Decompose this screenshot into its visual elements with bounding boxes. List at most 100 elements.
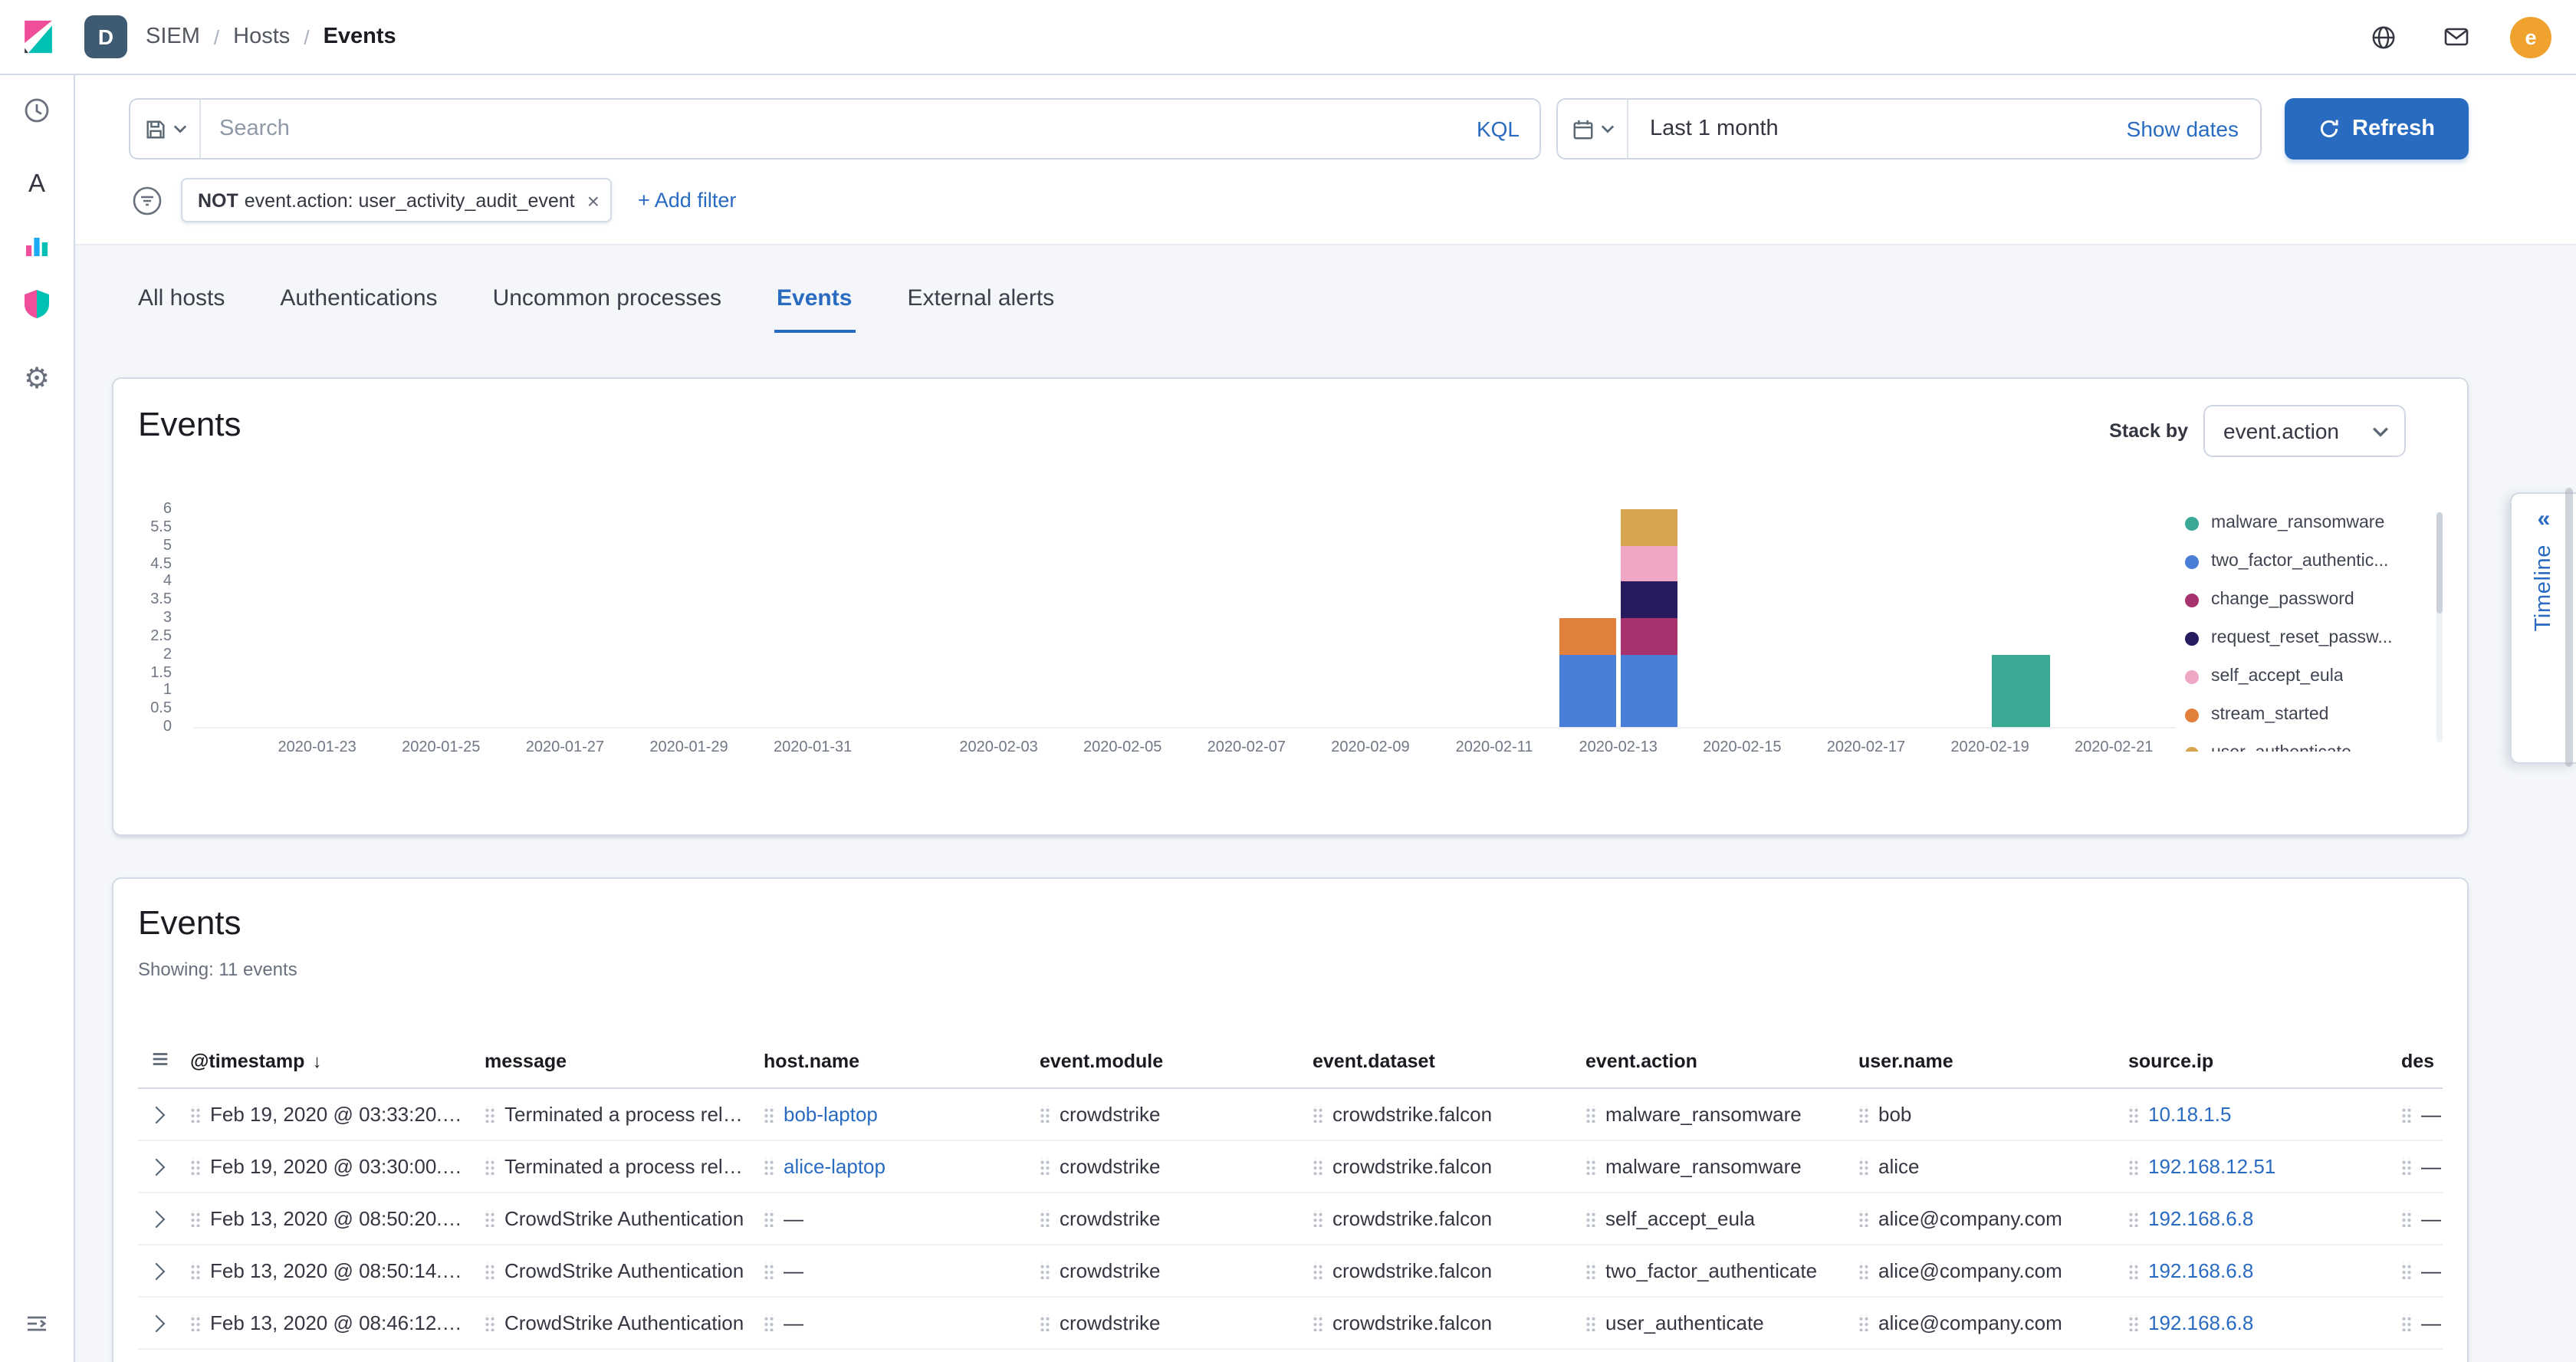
show-dates-button[interactable]: Show dates (2127, 117, 2260, 141)
drag-handle-icon[interactable] (1858, 1314, 1869, 1331)
drag-handle-icon[interactable] (1585, 1210, 1596, 1227)
drag-handle-icon[interactable] (1040, 1262, 1050, 1279)
row-expand-button[interactable] (150, 1207, 163, 1230)
drag-handle-icon[interactable] (2401, 1106, 2412, 1123)
drag-handle-icon[interactable] (485, 1158, 495, 1175)
drag-handle-icon[interactable] (485, 1106, 495, 1123)
cell-value[interactable]: 10.18.1.5 (2148, 1103, 2231, 1126)
column-header-timestamp[interactable]: @timestamp↓ (190, 1051, 485, 1072)
drag-handle-icon[interactable] (1858, 1262, 1869, 1279)
drag-handle-icon[interactable] (1040, 1210, 1050, 1227)
drag-handle-icon[interactable] (1858, 1106, 1869, 1123)
drag-handle-icon[interactable] (2128, 1210, 2139, 1227)
column-header-host-name[interactable]: host.name (764, 1051, 1040, 1072)
drag-handle-icon[interactable] (1313, 1158, 1323, 1175)
legend-item[interactable]: request_reset_passw... (2185, 627, 2443, 649)
chart-bar[interactable] (1621, 509, 1677, 727)
row-expand-button[interactable] (150, 1155, 163, 1178)
page-scrollbar-thumb[interactable] (2565, 488, 2573, 767)
time-range-value[interactable]: Last 1 month (1628, 117, 1779, 141)
drag-handle-icon[interactable] (2128, 1314, 2139, 1331)
drag-handle-icon[interactable] (1313, 1314, 1323, 1331)
drag-handle-icon[interactable] (2128, 1158, 2139, 1175)
drag-handle-icon[interactable] (190, 1106, 201, 1123)
cell-value[interactable]: 192.168.12.51 (2148, 1155, 2275, 1178)
columns-button[interactable] (150, 1049, 170, 1074)
refresh-button[interactable]: Refresh (2285, 98, 2469, 160)
visualize-app-button[interactable] (11, 219, 63, 271)
column-header-user-name[interactable]: user.name (1858, 1051, 2128, 1072)
drag-handle-icon[interactable] (2401, 1314, 2412, 1331)
drag-handle-icon[interactable] (190, 1262, 201, 1279)
drag-handle-icon[interactable] (1313, 1262, 1323, 1279)
legend-item[interactable]: malware_ransomware (2185, 512, 2443, 534)
kql-button[interactable]: KQL (1457, 117, 1539, 141)
drag-handle-icon[interactable] (485, 1262, 495, 1279)
chart-bar[interactable] (1559, 618, 1615, 727)
breadcrumb-siem[interactable]: SIEM (146, 25, 200, 49)
tab-uncommon-processes[interactable]: Uncommon processes (490, 285, 724, 333)
drag-handle-icon[interactable] (764, 1158, 774, 1175)
siem-app-button[interactable] (11, 278, 63, 330)
user-avatar[interactable]: e (2510, 16, 2551, 58)
app-a-button[interactable]: A (11, 158, 63, 210)
tab-all-hosts[interactable]: All hosts (135, 285, 228, 333)
kibana-logo[interactable] (0, 1, 75, 73)
mail-button[interactable] (2436, 17, 2476, 57)
row-expand-button[interactable] (150, 1311, 163, 1334)
drag-handle-icon[interactable] (764, 1314, 774, 1331)
remove-filter-icon[interactable]: × (587, 189, 600, 211)
drag-handle-icon[interactable] (2401, 1158, 2412, 1175)
drag-handle-icon[interactable] (2401, 1210, 2412, 1227)
column-header-event-dataset[interactable]: event.dataset (1313, 1051, 1585, 1072)
cell-value[interactable]: alice-laptop (784, 1155, 886, 1178)
legend-item[interactable]: user_authenticate (2185, 742, 2443, 752)
recently-viewed-button[interactable] (11, 84, 63, 137)
column-header-destination[interactable]: des (2401, 1051, 2443, 1072)
drag-handle-icon[interactable] (1585, 1314, 1596, 1331)
column-header-event-module[interactable]: event.module (1040, 1051, 1313, 1072)
tab-events[interactable]: Events (774, 285, 855, 333)
breadcrumb-hosts[interactable]: Hosts (233, 25, 290, 49)
management-button[interactable]: ⚙ (11, 353, 63, 405)
row-expand-button[interactable] (150, 1103, 163, 1126)
collapse-nav-button[interactable] (11, 1301, 63, 1347)
drag-handle-icon[interactable] (1313, 1106, 1323, 1123)
column-header-event-action[interactable]: event.action (1585, 1051, 1858, 1072)
cell-value[interactable]: 192.168.6.8 (2148, 1207, 2253, 1230)
cell-value[interactable]: 192.168.6.8 (2148, 1259, 2253, 1282)
drag-handle-icon[interactable] (2128, 1262, 2139, 1279)
drag-handle-icon[interactable] (764, 1210, 774, 1227)
legend-scrollbar[interactable] (2436, 512, 2443, 742)
row-expand-button[interactable] (150, 1259, 163, 1282)
drag-handle-icon[interactable] (485, 1210, 495, 1227)
add-filter-button[interactable]: + Add filter (638, 189, 736, 212)
drag-handle-icon[interactable] (1858, 1158, 1869, 1175)
drag-handle-icon[interactable] (1585, 1262, 1596, 1279)
drag-handle-icon[interactable] (1585, 1158, 1596, 1175)
drag-handle-icon[interactable] (190, 1158, 201, 1175)
drag-handle-icon[interactable] (485, 1314, 495, 1331)
tab-authentications[interactable]: Authentications (277, 285, 440, 333)
filter-pill[interactable]: NOT event.action: user_activity_audit_ev… (181, 178, 612, 222)
globe-button[interactable] (2363, 17, 2403, 57)
drag-handle-icon[interactable] (1040, 1106, 1050, 1123)
drag-handle-icon[interactable] (2401, 1262, 2412, 1279)
search-input[interactable] (201, 100, 1457, 158)
filter-options-button[interactable] (129, 182, 166, 219)
chart-bar[interactable] (1993, 654, 2049, 727)
stack-by-select[interactable]: event.action (2203, 405, 2406, 457)
drag-handle-icon[interactable] (2128, 1106, 2139, 1123)
drag-handle-icon[interactable] (764, 1106, 774, 1123)
drag-handle-icon[interactable] (190, 1314, 201, 1331)
legend-item[interactable]: self_accept_eula (2185, 666, 2443, 687)
legend-item[interactable]: stream_started (2185, 704, 2443, 725)
drag-handle-icon[interactable] (1585, 1106, 1596, 1123)
legend-scrollbar-thumb[interactable] (2436, 512, 2443, 614)
drag-handle-icon[interactable] (1040, 1158, 1050, 1175)
cell-value[interactable]: 192.168.6.8 (2148, 1311, 2253, 1334)
drag-handle-icon[interactable] (1858, 1210, 1869, 1227)
drag-handle-icon[interactable] (1313, 1210, 1323, 1227)
space-avatar[interactable]: D (84, 15, 127, 58)
drag-handle-icon[interactable] (764, 1262, 774, 1279)
